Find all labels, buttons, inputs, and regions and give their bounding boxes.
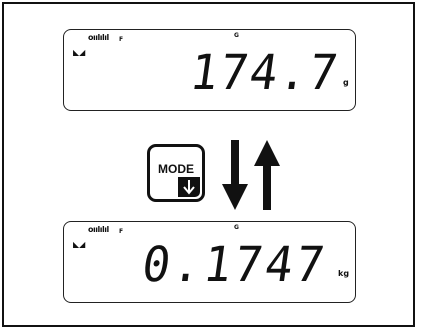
weight-reading: 0.1747 xyxy=(138,235,331,293)
signal-bars-icon: oıılılıl xyxy=(88,225,109,234)
g-indicator: G xyxy=(234,32,239,39)
g-indicator: G xyxy=(234,224,239,231)
f-indicator: F xyxy=(119,36,124,43)
signal-bars-icon: oıılılıl xyxy=(88,33,109,42)
weight-reading: 174.7 xyxy=(186,43,344,101)
up-down-arrows-icon xyxy=(220,136,280,221)
unit-label: g xyxy=(343,78,349,87)
arrow-down-icon xyxy=(178,177,200,197)
display-kilograms: oıılılıl F G ◣◢ 0.1747 kg xyxy=(63,221,356,303)
stability-mark-icon: ◣◢ xyxy=(73,240,86,249)
stability-mark-icon: ◣◢ xyxy=(73,48,86,57)
display-grams: oıılılıl F G ◣◢ 174.7 g xyxy=(63,29,356,111)
unit-label: kg xyxy=(338,269,350,278)
mode-button-label: MODE xyxy=(158,162,194,176)
mode-button[interactable]: MODE xyxy=(147,144,205,202)
f-indicator: F xyxy=(119,228,124,235)
